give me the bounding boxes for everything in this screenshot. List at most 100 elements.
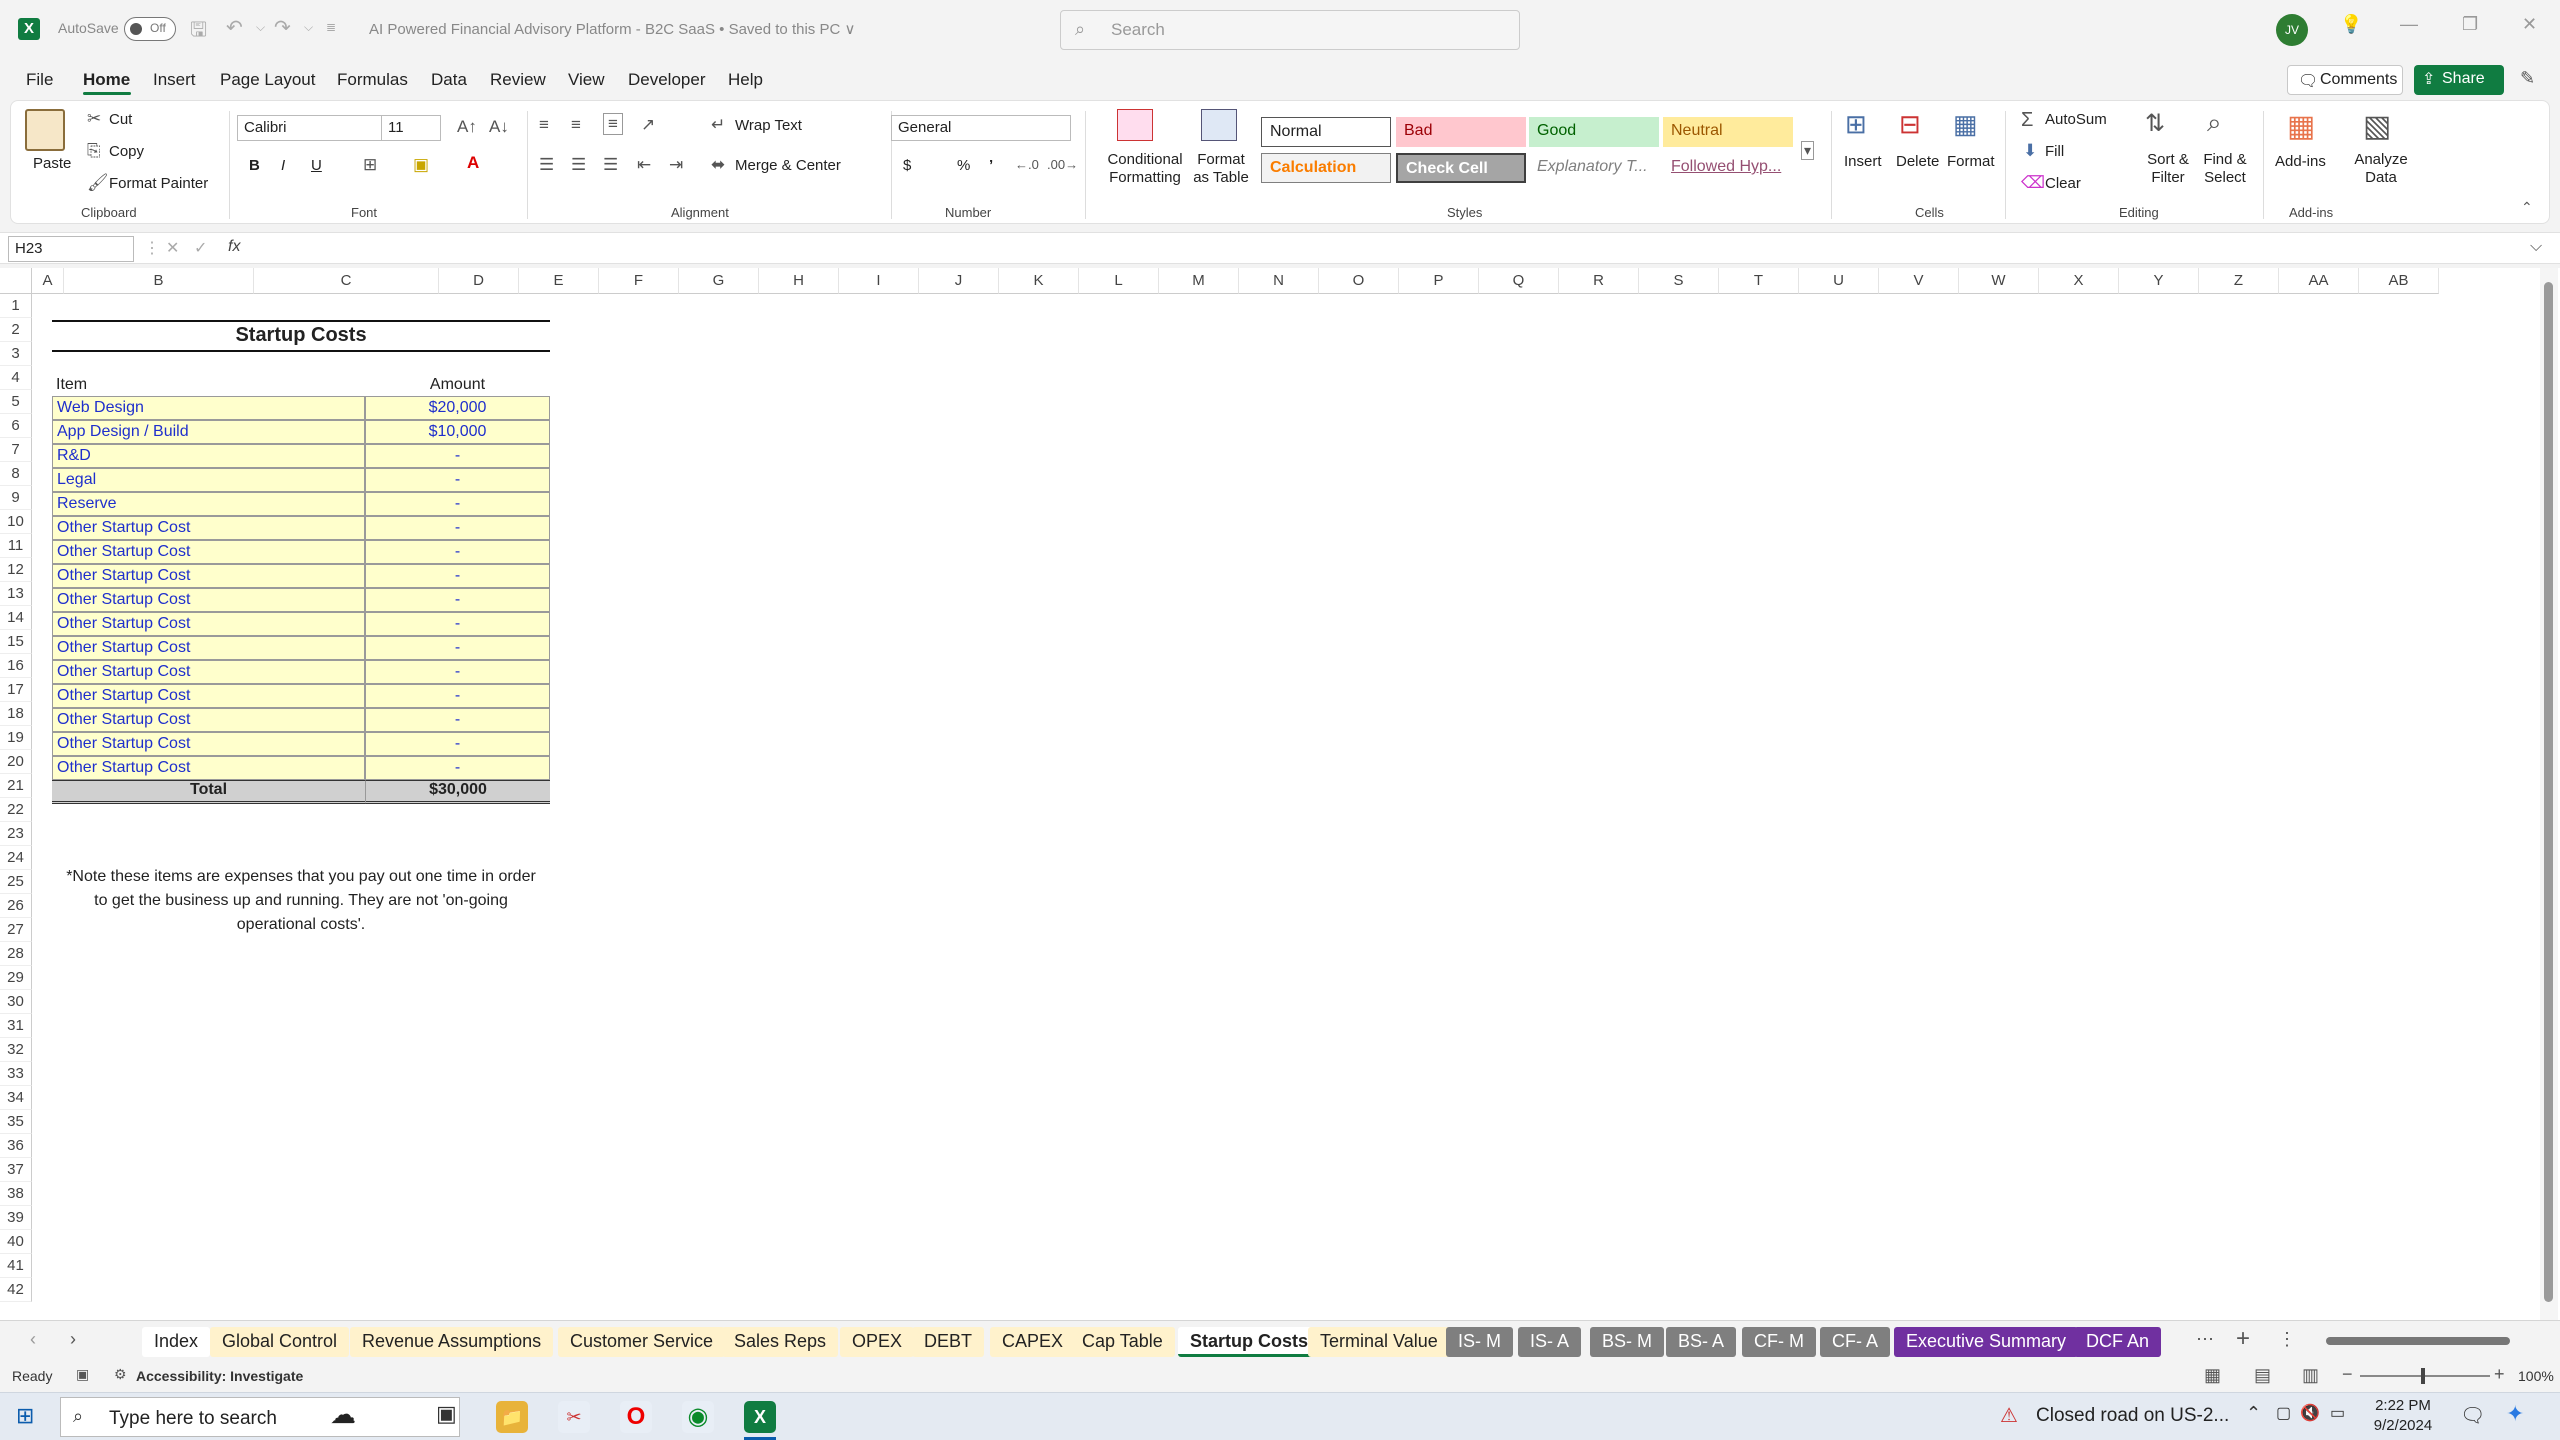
align-left-icon[interactable]: ☰ (539, 155, 554, 175)
sheet-tab[interactable]: BS- M (1590, 1327, 1665, 1357)
find-select-button[interactable]: Find & Select (2197, 151, 2253, 187)
row-header[interactable]: 23 (0, 822, 32, 846)
row-header[interactable]: 12 (0, 558, 32, 582)
taskbar-date[interactable]: 9/2/2024 (2370, 1417, 2436, 1434)
eraser-icon[interactable]: ⌫ (2021, 173, 2045, 193)
tab-data[interactable]: Data (431, 70, 467, 90)
item-name-cell[interactable]: Other Startup Cost (52, 612, 365, 636)
note-line-1[interactable]: *Note these items are expenses that you … (52, 868, 550, 886)
analyze-data-button[interactable]: Analyze Data (2351, 151, 2411, 187)
item-amount-cell[interactable]: $10,000 (365, 420, 550, 444)
expand-formula-icon[interactable]: ⌵ (2530, 238, 2542, 256)
item-amount-cell[interactable]: - (365, 564, 550, 588)
insert-cells-button[interactable]: Insert (1844, 153, 1882, 170)
show-hidden-icons-icon[interactable]: ⌃ (2246, 1403, 2261, 1424)
percent-button[interactable]: % (957, 157, 970, 174)
sheet-tab[interactable]: Sales Reps (722, 1327, 839, 1357)
merge-center-button[interactable]: Merge & Center (735, 157, 841, 174)
tab-developer[interactable]: Developer (628, 70, 706, 90)
clear-button[interactable]: Clear (2045, 175, 2081, 192)
item-name-cell[interactable]: Other Startup Cost (52, 756, 365, 780)
copilot-icon[interactable]: ✦ (2506, 1401, 2524, 1427)
row-header[interactable]: 21 (0, 774, 32, 798)
row-header[interactable]: 38 (0, 1182, 32, 1206)
item-amount-cell[interactable]: - (365, 588, 550, 612)
bold-button[interactable]: B (249, 157, 260, 174)
row-header[interactable]: 7 (0, 438, 32, 462)
format-cells-icon[interactable]: ▦ (1953, 109, 1978, 140)
sheet-tab[interactable]: Index (142, 1327, 211, 1357)
borders-icon[interactable]: ⊞ (363, 155, 377, 175)
row-header[interactable]: 31 (0, 1014, 32, 1038)
conditional-formatting-button[interactable]: Conditional Formatting (1095, 151, 1195, 187)
task-view-icon[interactable]: ▣ (436, 1401, 457, 1427)
vertical-scrollbar[interactable] (2540, 268, 2558, 1320)
column-header[interactable]: B (64, 268, 254, 294)
style-normal[interactable]: Normal (1261, 117, 1391, 147)
delete-cells-button[interactable]: Delete (1896, 153, 1939, 170)
align-right-icon[interactable]: ☰ (603, 155, 618, 175)
item-amount-cell[interactable]: - (365, 708, 550, 732)
style-calculation[interactable]: Calculation (1261, 153, 1391, 183)
item-amount-cell[interactable]: - (365, 684, 550, 708)
column-header[interactable]: I (839, 268, 919, 294)
column-header[interactable]: P (1399, 268, 1479, 294)
merge-center-icon[interactable]: ⬌ (711, 155, 725, 175)
sheet-tab[interactable]: DEBT (912, 1327, 985, 1357)
document-title[interactable]: AI Powered Financial Advisory Platform -… (369, 20, 855, 38)
row-header[interactable]: 6 (0, 414, 32, 438)
column-header[interactable]: A (32, 268, 64, 294)
row-header[interactable]: 40 (0, 1230, 32, 1254)
sheet-tab[interactable]: Executive Summary (1894, 1327, 2079, 1357)
header-amount[interactable]: Amount (365, 376, 550, 394)
page-layout-view-icon[interactable]: ▤ (2254, 1365, 2271, 1386)
item-name-cell[interactable]: App Design / Build (52, 420, 365, 444)
taskbar-time[interactable]: 2:22 PM (2370, 1397, 2436, 1414)
item-amount-cell[interactable]: - (365, 444, 550, 468)
column-header[interactable]: X (2039, 268, 2119, 294)
sheet-tab[interactable]: IS- M (1446, 1327, 1513, 1357)
wrap-text-button[interactable]: Wrap Text (735, 117, 802, 134)
sort-filter-icon[interactable]: ⇅ (2145, 109, 2165, 138)
orientation-icon[interactable]: ↗ (641, 115, 655, 135)
add-sheet-icon[interactable]: + (2236, 1325, 2250, 1353)
align-bottom-icon[interactable]: ≡ (603, 113, 623, 135)
row-header[interactable]: 18 (0, 702, 32, 726)
column-header[interactable]: M (1159, 268, 1239, 294)
tab-options-icon[interactable]: ⋮ (2278, 1329, 2296, 1350)
column-header[interactable]: AA (2279, 268, 2359, 294)
cut-button[interactable]: Cut (109, 111, 132, 128)
wrap-text-icon[interactable]: ↵ (711, 115, 725, 135)
row-header[interactable]: 20 (0, 750, 32, 774)
row-header[interactable]: 13 (0, 582, 32, 606)
cut-icon[interactable]: ✂ (87, 109, 101, 129)
sheet-tab[interactable]: Customer Service (558, 1327, 726, 1357)
style-followed-hyperlink[interactable]: Followed Hyp... (1663, 153, 1793, 183)
avatar[interactable]: JV (2276, 14, 2308, 46)
column-header[interactable]: K (999, 268, 1079, 294)
zoom-slider-thumb[interactable] (2421, 1368, 2425, 1384)
row-header[interactable]: 3 (0, 342, 32, 366)
traffic-alert-icon[interactable]: ⚠ (2000, 1403, 2018, 1428)
header-item[interactable]: Item (56, 376, 87, 394)
sheet-tab[interactable]: CF- A (1820, 1327, 1891, 1357)
more-sheets-icon[interactable]: ⋯ (2196, 1329, 2214, 1350)
column-header[interactable]: S (1639, 268, 1719, 294)
style-neutral[interactable]: Neutral (1663, 117, 1793, 147)
column-header[interactable]: W (1959, 268, 2039, 294)
row-header[interactable]: 15 (0, 630, 32, 654)
sheet-tab[interactable]: Terminal Value (1308, 1327, 1450, 1357)
insert-cells-icon[interactable]: ⊞ (1845, 109, 1867, 140)
column-header[interactable]: G (679, 268, 759, 294)
decrease-font-icon[interactable]: A↓ (489, 117, 509, 137)
coauthor-icon[interactable]: ✎ (2520, 68, 2535, 89)
zoom-slider[interactable] (2360, 1368, 2490, 1384)
style-check-cell[interactable]: Check Cell (1396, 153, 1526, 183)
column-header[interactable]: H (759, 268, 839, 294)
page-break-view-icon[interactable]: ▥ (2302, 1365, 2319, 1386)
sheet-tab[interactable]: Revenue Assumptions (350, 1327, 554, 1357)
chrome-icon[interactable]: ◉ (682, 1401, 714, 1433)
item-amount-cell[interactable]: - (365, 636, 550, 660)
row-header[interactable]: 4 (0, 366, 32, 390)
total-value[interactable]: $30,000 (365, 780, 550, 804)
